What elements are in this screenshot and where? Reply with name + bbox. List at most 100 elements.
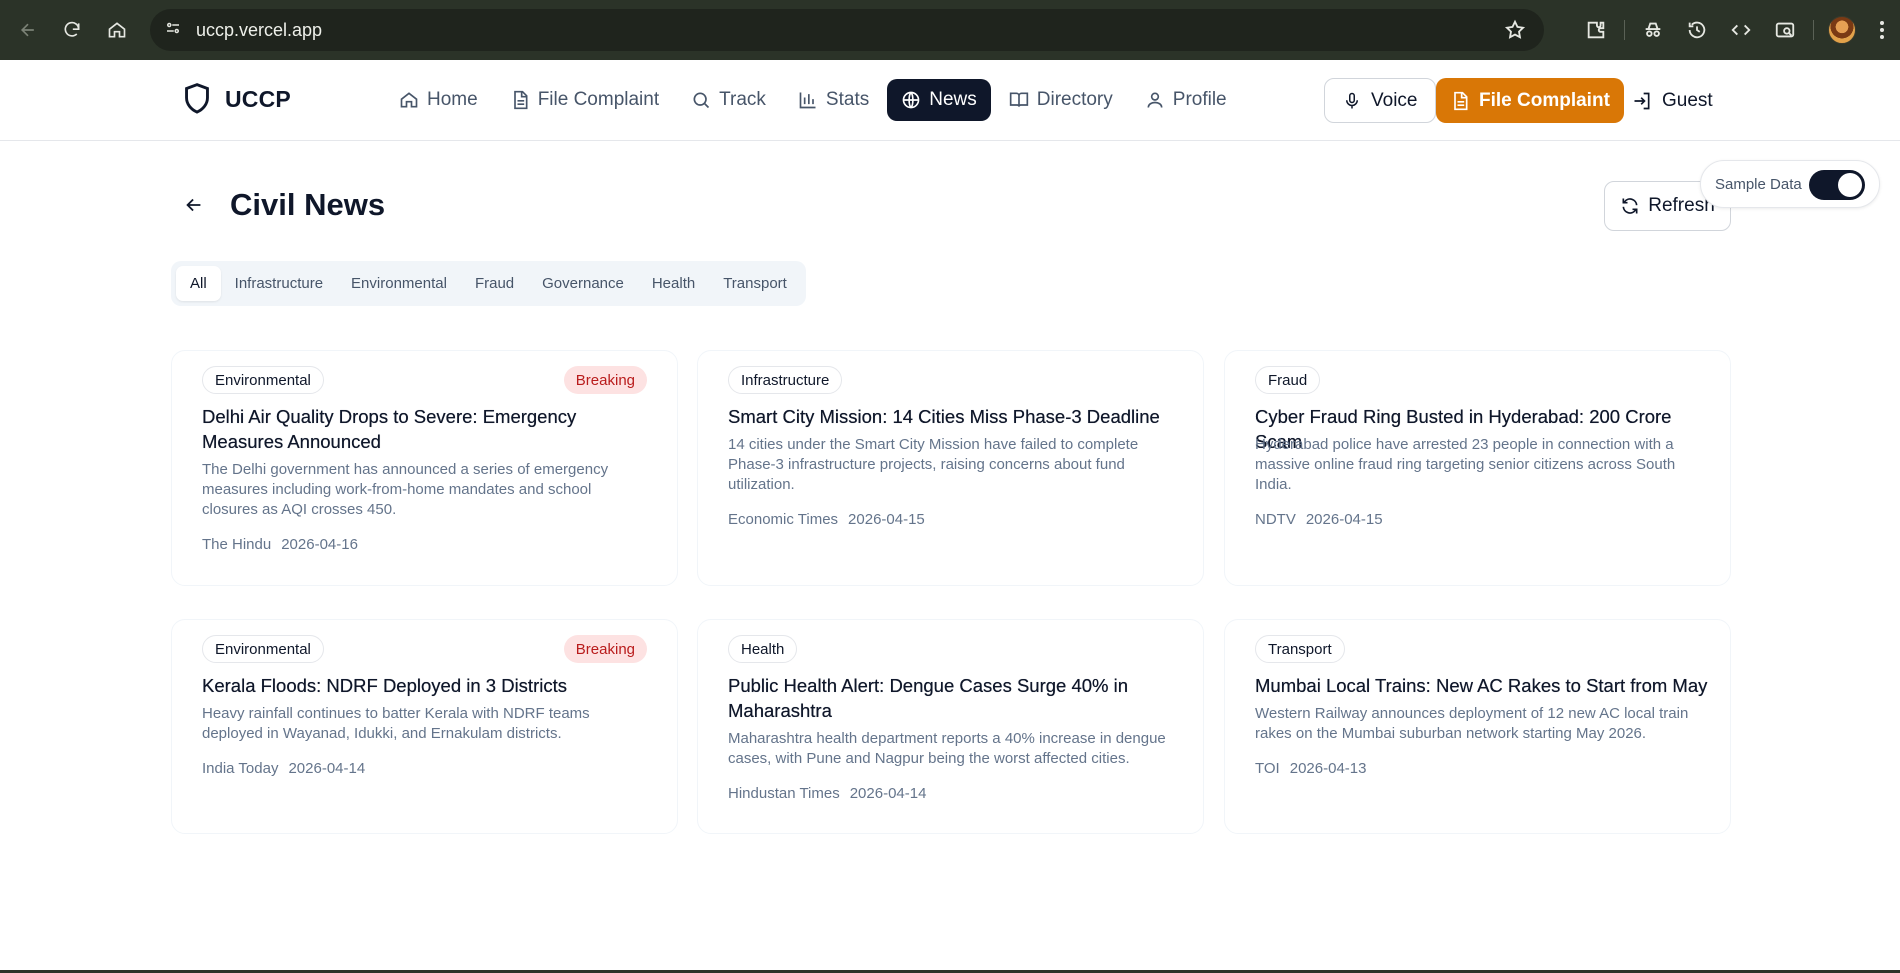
- shield-icon: [185, 83, 209, 114]
- nav-label: Track: [719, 89, 766, 110]
- file-complaint-label: File Complaint: [1479, 89, 1610, 111]
- toggle-switch[interactable]: [1809, 170, 1865, 200]
- news-card[interactable]: Transport Mumbai Local Trains: New AC Ra…: [1224, 619, 1731, 834]
- app-header: UCCP Home File Complaint Track Stats New…: [0, 60, 1900, 141]
- article-summary: Heavy rainfall continues to batter Keral…: [202, 705, 590, 742]
- microphone-icon: [1346, 92, 1358, 108]
- bar-chart-icon: [799, 92, 816, 109]
- article-summary: Hyderabad police have arrested 23 people…: [1255, 436, 1676, 493]
- guest-login-button[interactable]: Guest: [1632, 78, 1713, 123]
- article-source: India Today: [202, 760, 279, 777]
- brand-name: UCCP: [225, 85, 291, 112]
- file-icon: [513, 90, 528, 110]
- article-meta: Hindustan Times 2026-04-14: [728, 785, 926, 802]
- nav-track[interactable]: Track: [677, 79, 780, 121]
- article-title[interactable]: Mumbai Local Trains: New AC Rakes to Sta…: [1255, 673, 1710, 698]
- refresh-icon: [1622, 198, 1638, 214]
- filter-tab-environmental[interactable]: Environmental: [337, 266, 461, 301]
- article-source: NDTV: [1255, 511, 1296, 528]
- article-title[interactable]: Smart City Mission: 14 Cities Miss Phase…: [728, 404, 1183, 429]
- filter-tab-transport[interactable]: Transport: [709, 266, 801, 301]
- article-meta: TOI 2026-04-13: [1255, 760, 1366, 777]
- brand-logo[interactable]: UCCP: [181, 82, 291, 116]
- url-text[interactable]: uccp.vercel.app: [196, 20, 322, 41]
- globe-icon: [902, 91, 920, 109]
- breaking-badge: Breaking: [563, 366, 647, 394]
- code-icon[interactable]: [1719, 8, 1763, 52]
- nav-home[interactable]: Home: [385, 79, 492, 121]
- filter-tab-infrastructure[interactable]: Infrastructure: [221, 266, 337, 301]
- home-icon[interactable]: [95, 8, 139, 52]
- extensions-icon[interactable]: [1574, 8, 1618, 52]
- bookmark-star-icon[interactable]: [1504, 19, 1526, 46]
- article-date: 2026-04-16: [281, 536, 358, 553]
- profile-avatar[interactable]: [1820, 8, 1864, 52]
- voice-button[interactable]: Voice: [1324, 78, 1437, 123]
- avatar: [1828, 16, 1856, 44]
- category-tag: Environmental: [202, 635, 324, 663]
- article-title[interactable]: Delhi Air Quality Drops to Severe: Emerg…: [202, 404, 657, 454]
- toolbar-divider: [1813, 20, 1814, 40]
- reading-mode-icon[interactable]: [1763, 8, 1807, 52]
- nav-label: Stats: [825, 89, 870, 110]
- back-arrow-icon[interactable]: [6, 8, 50, 52]
- article-source: The Hindu: [202, 536, 272, 553]
- browser-toolbar: uccp.vercel.app: [0, 0, 1900, 60]
- article-date: 2026-04-15: [1305, 511, 1383, 528]
- file-complaint-button[interactable]: File Complaint: [1436, 78, 1624, 123]
- filter-tab-all[interactable]: All: [176, 266, 221, 301]
- nav-file-complaint[interactable]: File Complaint: [496, 79, 673, 121]
- arrow-left-icon: [186, 198, 201, 212]
- article-date: 2026-04-14: [849, 785, 927, 802]
- category-tag: Infrastructure: [728, 366, 843, 394]
- category-filter-tabs: All Infrastructure Environmental Fraud G…: [171, 261, 806, 306]
- breaking-badge: Breaking: [563, 635, 647, 663]
- sample-data-toggle[interactable]: Sample Data: [1700, 160, 1880, 208]
- filter-tab-fraud[interactable]: Fraud: [461, 266, 528, 301]
- article-date: 2026-04-14: [288, 760, 366, 777]
- history-icon[interactable]: [1675, 8, 1719, 52]
- article-meta: NDTV 2026-04-15: [1255, 511, 1383, 528]
- article-meta: India Today 2026-04-14: [202, 760, 365, 777]
- file-icon: [1454, 91, 1468, 110]
- nav-label: File Complaint: [537, 89, 660, 110]
- nav-directory[interactable]: Directory: [995, 79, 1127, 121]
- article-summary: 14 cities under the Smart City Mission h…: [728, 436, 1139, 493]
- article-source: Hindustan Times: [728, 785, 840, 802]
- incognito-icon[interactable]: [1631, 8, 1675, 52]
- back-button[interactable]: [183, 194, 205, 221]
- article-date: 2026-04-13: [1289, 760, 1367, 777]
- article-title[interactable]: Public Health Alert: Dengue Cases Surge …: [728, 673, 1183, 723]
- category-tag: Transport: [1255, 635, 1345, 663]
- nav-stats[interactable]: Stats: [784, 79, 883, 121]
- article-summary: Western Railway announces deployment of …: [1255, 705, 1689, 742]
- user-icon: [1147, 92, 1163, 108]
- article-meta: Economic Times 2026-04-15: [728, 511, 925, 528]
- news-card[interactable]: Health Public Health Alert: Dengue Cases…: [697, 619, 1204, 834]
- reload-icon[interactable]: [50, 8, 94, 52]
- news-card[interactable]: Environmental Breaking Delhi Air Quality…: [171, 350, 678, 586]
- address-bar[interactable]: uccp.vercel.app: [150, 9, 1544, 51]
- voice-label: Voice: [1371, 89, 1418, 111]
- login-icon: [1634, 92, 1650, 109]
- news-card[interactable]: Fraud Cyber Fraud Ring Busted in Hyderab…: [1224, 350, 1731, 586]
- menu-dots-icon[interactable]: [1864, 8, 1900, 52]
- news-card[interactable]: Environmental Breaking Kerala Floods: ND…: [171, 619, 678, 834]
- book-icon: [1009, 92, 1028, 107]
- nav-profile[interactable]: Profile: [1131, 79, 1241, 121]
- site-info-icon[interactable]: [164, 19, 182, 42]
- toggle-knob: [1838, 173, 1862, 197]
- article-summary: Maharashtra health department reports a …: [728, 730, 1166, 767]
- category-tag: Environmental: [202, 366, 324, 394]
- nav-label: Directory: [1036, 89, 1113, 110]
- nav-news[interactable]: News: [887, 79, 991, 121]
- article-title[interactable]: Kerala Floods: NDRF Deployed in 3 Distri…: [202, 673, 657, 698]
- article-meta: The Hindu 2026-04-16: [202, 536, 358, 553]
- article-source: Economic Times: [728, 511, 839, 528]
- article-date: 2026-04-15: [848, 511, 925, 528]
- filter-tab-health[interactable]: Health: [638, 266, 709, 301]
- news-card[interactable]: Infrastructure Smart City Mission: 14 Ci…: [697, 350, 1204, 586]
- search-icon: [693, 92, 710, 109]
- guest-label: Guest: [1662, 89, 1713, 111]
- filter-tab-governance[interactable]: Governance: [528, 266, 638, 301]
